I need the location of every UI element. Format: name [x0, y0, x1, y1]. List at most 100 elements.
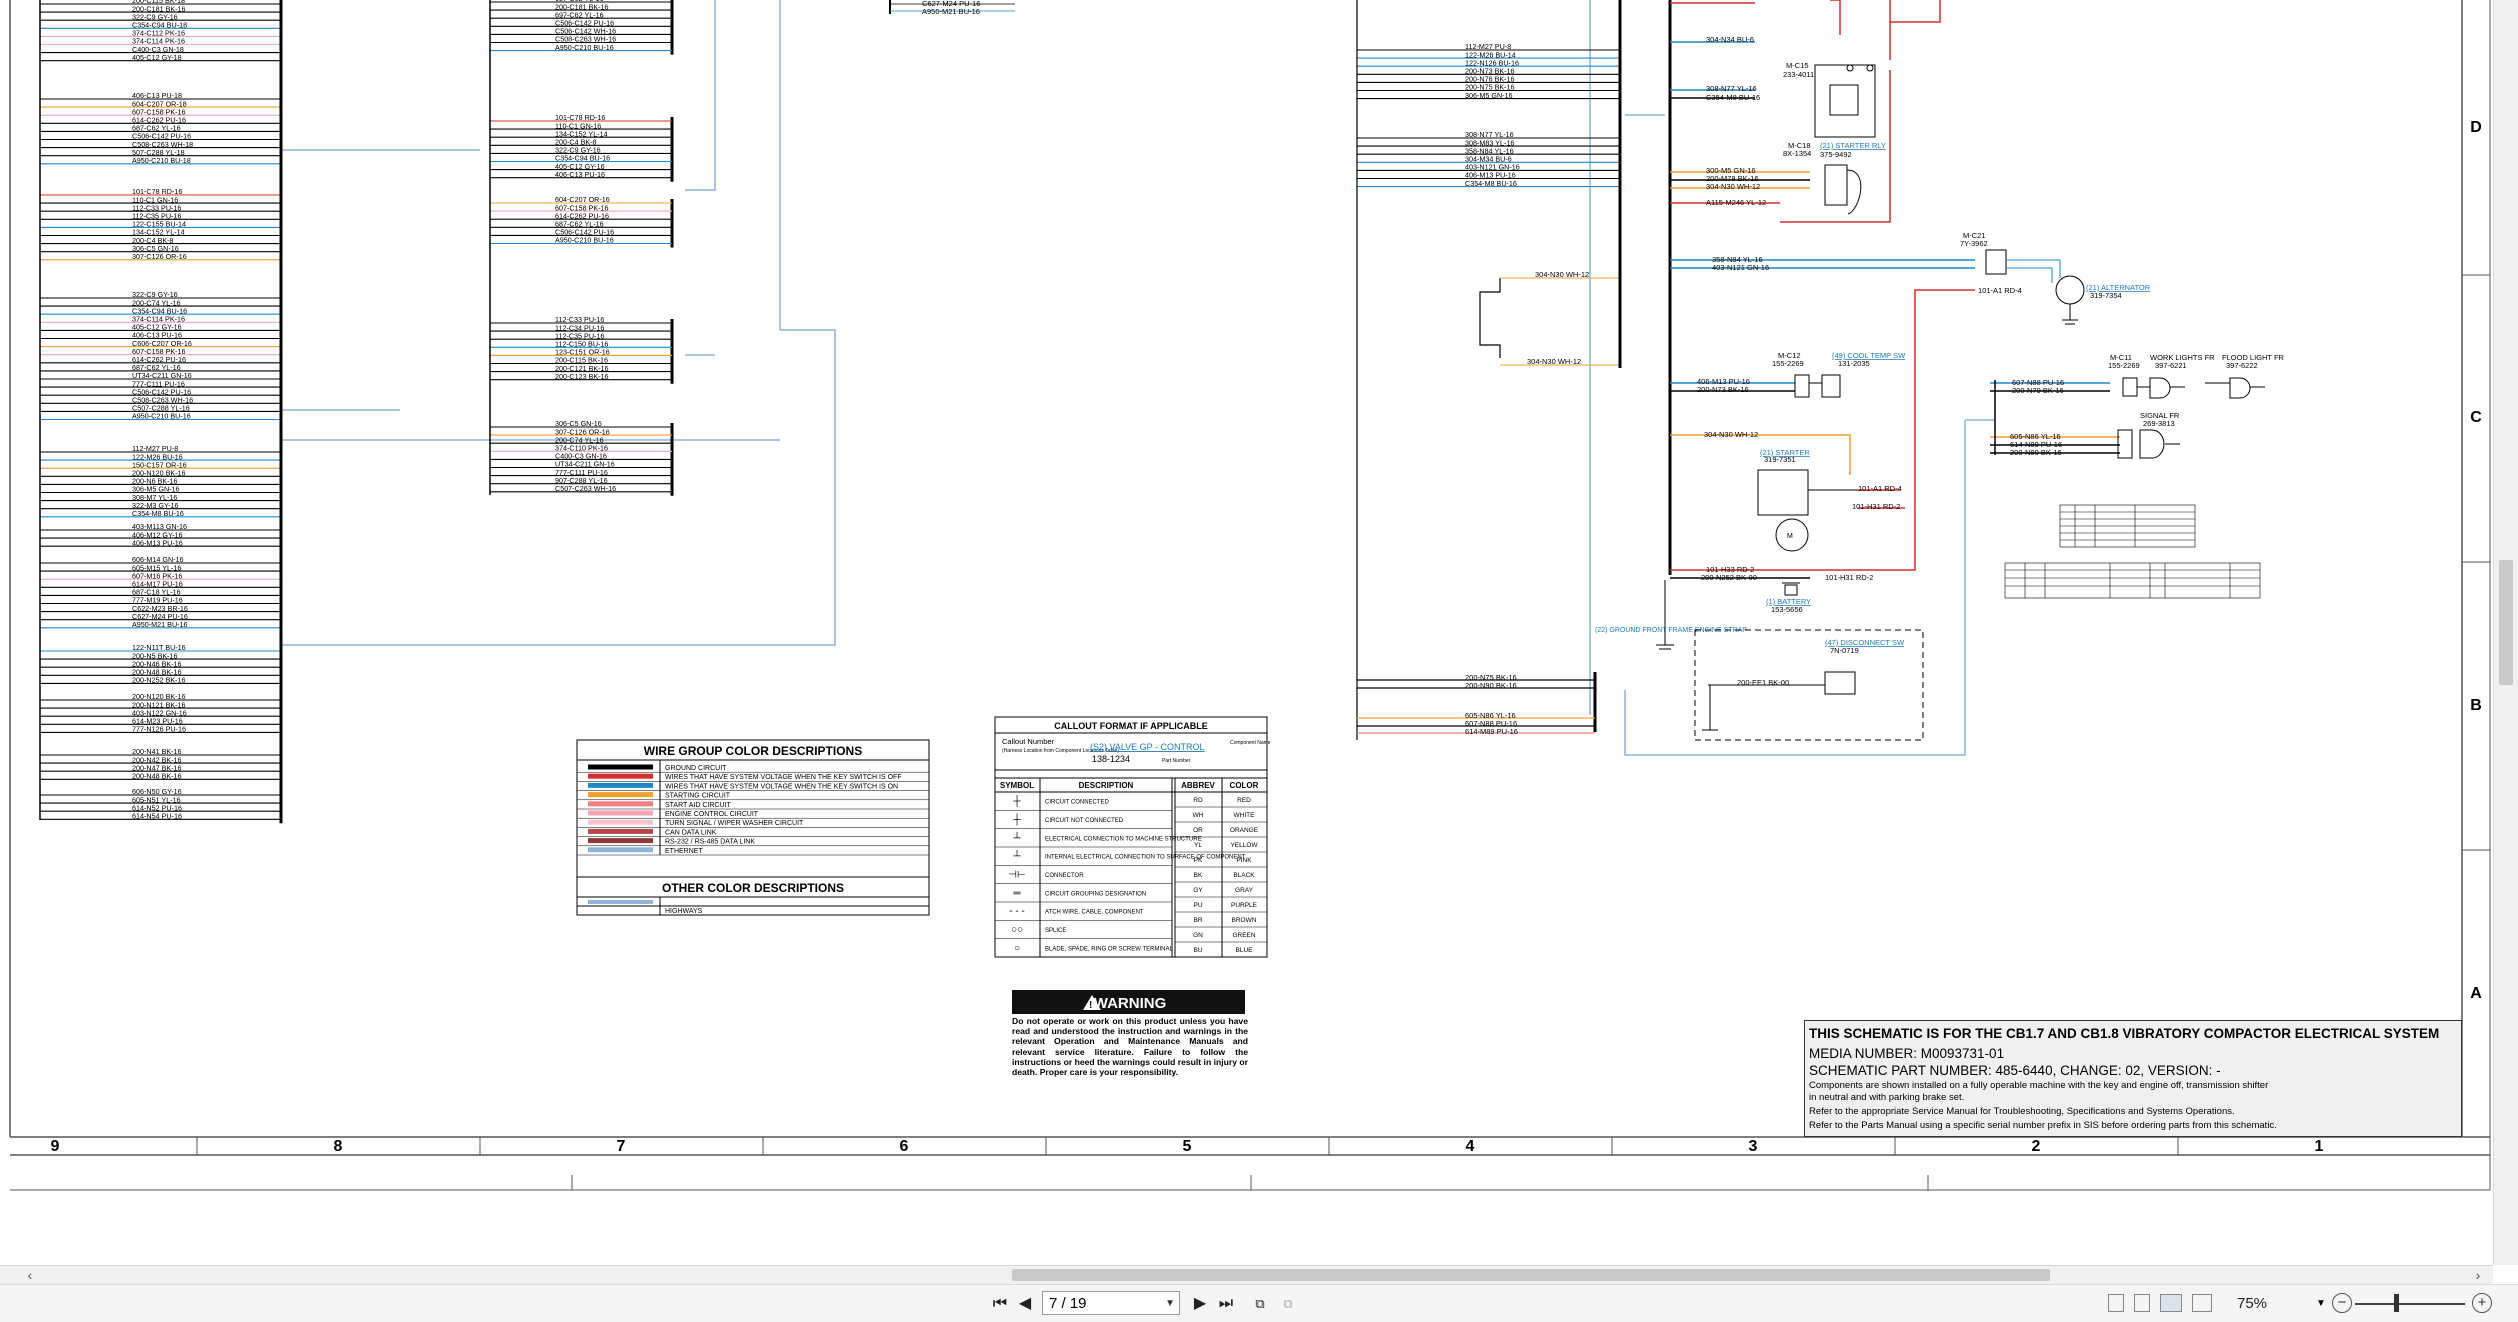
- copy-icon[interactable]: ⧉: [1278, 1294, 1298, 1314]
- grid-row-label: B: [2470, 697, 2482, 714]
- scroll-right-icon[interactable]: ›: [2470, 1266, 2486, 1284]
- grid-col-label: 1: [2315, 1138, 2324, 1155]
- wire-label: 306-M5 GN-16: [1465, 91, 1513, 100]
- next-page-button[interactable]: ▶: [1190, 1294, 1210, 1314]
- part-number: 269-3813: [2143, 419, 2175, 428]
- wire-label: A950-C210 BU-16: [132, 412, 191, 421]
- zoom-slider[interactable]: [2355, 1303, 2465, 1305]
- legend-item-label: TURN SIGNAL / WIPER WASHER CIRCUIT: [665, 820, 804, 827]
- previous-page-button[interactable]: ◀: [1015, 1294, 1035, 1314]
- vertical-scrollbar[interactable]: [2493, 0, 2518, 1265]
- warning-title: WARNING: [1094, 995, 1167, 1012]
- wire-label: 101-A1 RD-4: [1978, 286, 2022, 295]
- wire-label: A950-C210 BU-16: [555, 43, 614, 52]
- wire-label: C354-M8 BU-16: [1465, 179, 1517, 188]
- color-abbrev: YL: [1194, 842, 1202, 849]
- page-number-input[interactable]: 7 / 19 ▼: [1042, 1291, 1180, 1315]
- symbol-description: CIRCUIT GROUPING DESIGNATION: [1045, 891, 1146, 897]
- wire-label: A950-C210 BU-18: [132, 156, 191, 165]
- legend-swatch: [588, 792, 653, 798]
- symbol-description: SPLICE: [1045, 928, 1066, 934]
- callout-format: CALLOUT FORMAT IF APPLICABLE Callout Num…: [994, 716, 1271, 958]
- alternator: (21) ALTERNATOR 319-7354 M-C21 7Y-3962: [1960, 231, 2151, 325]
- wire-label: A950-M21 BU-16: [132, 620, 188, 629]
- color-name: PURPLE: [1231, 902, 1258, 909]
- disconnect-switch: (47) DISCONNECT SW 7N-0719 200-EE1 BK-00: [1694, 629, 1924, 741]
- wire-label: 200-N80 BK-16: [2010, 448, 2062, 457]
- legend-item-label: STARTING CIRCUIT: [665, 793, 731, 800]
- first-page-button[interactable]: ⏮: [990, 1294, 1010, 1314]
- vertical-scroll-thumb[interactable]: [2499, 560, 2513, 685]
- wire-label: 304-N30 WH-12: [1706, 182, 1760, 191]
- signal-light: SIGNAL FR 269-3813 605-N86 YL-16 614-N89…: [2010, 411, 2180, 459]
- symbol-glyph-icon: ═: [1012, 888, 1021, 899]
- legend-item-label: START AID CIRCUIT: [665, 802, 731, 809]
- title-note: Refer to the Parts Manual using a specif…: [1809, 1120, 2277, 1131]
- wire-label: A115-M246 YL-12: [1706, 198, 1766, 207]
- part-number: 131-2035: [1838, 359, 1870, 368]
- legend-swatch: [588, 838, 653, 844]
- single-page-view-icon[interactable]: [2108, 1294, 2124, 1312]
- legend-title: WIRE GROUP COLOR DESCRIPTIONS: [644, 744, 862, 758]
- color-name: RED: [1237, 797, 1251, 804]
- legend-item-label: HIGHWAYS: [665, 908, 703, 915]
- wire-label: 304-N30 WH-12: [1704, 430, 1758, 439]
- ground-strap: (22) GROUND FRONT FRAME ENGINE STRAP: [1595, 580, 1747, 650]
- color-abbrev: BK: [1194, 872, 1203, 879]
- chevron-down-icon[interactable]: ▼: [1165, 1292, 1175, 1316]
- part-number: 7N-0719: [1830, 646, 1859, 655]
- symbol-description: ATCH WIRE, CABLE, COMPONENT: [1045, 910, 1144, 916]
- title-block: THIS SCHEMATIC IS FOR THE CB1.7 AND CB1.…: [1804, 1020, 2462, 1137]
- legend-item-label: GROUND CIRCUIT: [665, 765, 727, 772]
- zoom-in-icon[interactable]: +: [2472, 1293, 2492, 1313]
- starter-motor: M (21) STARTER 319-7351 101-A1 RD-4 101-…: [1704, 430, 1902, 552]
- wire-label: 614-M89 PU-16: [1465, 727, 1518, 736]
- callout-number-label: Callout Number: [1002, 737, 1055, 746]
- starter-relay-label[interactable]: (21) STARTER RLY: [1820, 141, 1886, 150]
- part-number: 319-7354: [2090, 291, 2122, 300]
- wire-label: 101-A1 RD-4: [1858, 484, 1902, 493]
- wire-label: 406-M13 PU-16: [132, 538, 183, 547]
- legend-swatch: [588, 810, 653, 816]
- symbol-description: CIRCUIT CONNECTED: [1045, 800, 1110, 806]
- coolant-temp-switch: (49) COOL TEMP SW 131-2035 M-C12 155-226…: [1697, 351, 1906, 398]
- legend-swatch: [588, 828, 653, 834]
- horizontal-scrollbar[interactable]: ‹ ›: [0, 1265, 2493, 1284]
- wire-label: 304-N30 WH-12: [1535, 270, 1589, 279]
- color-abbrev: OR: [1193, 827, 1203, 834]
- symbols-header: SYMBOL: [1000, 781, 1034, 790]
- callout-part: 138-1234: [1092, 754, 1130, 764]
- warning-box: ! WARNING: [1012, 990, 1245, 1014]
- zoom-level[interactable]: 75%: [2237, 1293, 2297, 1315]
- grid-col-label: 5: [1183, 1138, 1192, 1155]
- zoom-slider-handle[interactable]: [2394, 1294, 2399, 1312]
- wire-label: 307-C126 OR-16: [132, 252, 187, 261]
- wire-label: 101-H31 RD-2: [1852, 502, 1900, 511]
- title-note: Components are shown installed on a full…: [1809, 1080, 2269, 1091]
- part-number: 8X-1354: [1783, 149, 1811, 158]
- color-name: PINK: [1236, 857, 1252, 864]
- zoom-out-icon[interactable]: −: [2332, 1293, 2352, 1313]
- color-abbrev: BR: [1193, 917, 1202, 924]
- chevron-down-icon[interactable]: ▼: [2316, 1293, 2326, 1315]
- scroll-left-icon[interactable]: ‹: [22, 1266, 38, 1284]
- two-page-view-icon[interactable]: [2160, 1294, 2182, 1312]
- grid-row-label: C: [2470, 409, 2482, 426]
- two-page-continuous-view-icon[interactable]: [2192, 1294, 2212, 1312]
- part-number: 155-2269: [1772, 359, 1804, 368]
- svg-text:M: M: [1787, 533, 1793, 540]
- grid-row-label: D: [2470, 119, 2482, 136]
- ground-strap-label[interactable]: (22) GROUND FRONT FRAME ENGINE STRAP: [1595, 627, 1747, 634]
- horizontal-scroll-thumb[interactable]: [1012, 1269, 2050, 1281]
- color-name: BLACK: [1233, 872, 1255, 879]
- battery: (1) BATTERY 153-5656 101-H33 RD-2 200-N2…: [1701, 565, 1873, 614]
- wire-label: 405-C12 GY-18: [132, 53, 182, 62]
- symbol-glyph-icon: ○: [1014, 943, 1020, 954]
- symbol-glyph-icon: ┴: [1012, 831, 1021, 844]
- wire-label: 200-N252 BK-16: [132, 676, 186, 685]
- callout-link[interactable]: (S2) VALVE GP - CONTROL: [1090, 742, 1205, 752]
- continuous-view-icon[interactable]: [2134, 1294, 2150, 1312]
- last-page-button[interactable]: ⏭: [1215, 1294, 1237, 1314]
- rotate-icon[interactable]: ⧉: [1250, 1294, 1270, 1314]
- legend-swatch: [588, 782, 653, 788]
